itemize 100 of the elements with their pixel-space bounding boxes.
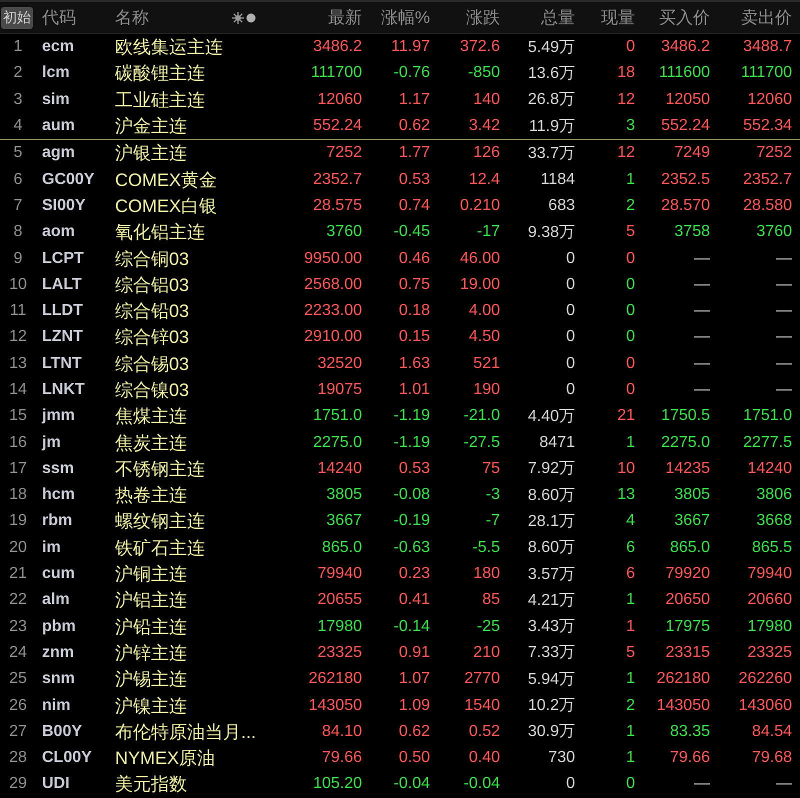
column-header[interactable]: 卖出价 [710, 6, 792, 29]
quote-value: 10.2万 [528, 696, 575, 716]
quote-value: 1 [626, 618, 635, 636]
contract-name: 综合锌03 [114, 326, 190, 350]
quote-value: -0.45 [394, 223, 430, 242]
quote-value: 2233.00 [304, 302, 362, 320]
quote-value: 1.01 [398, 381, 430, 399]
quote-value: 7252 [326, 144, 362, 162]
quote-value: 2 [626, 196, 635, 215]
column-header[interactable]: 总量 [500, 6, 575, 29]
contract-name: 沪铜主连 [114, 563, 188, 586]
row-number: 7 [14, 196, 22, 215]
contract-code: jmm [40, 407, 76, 426]
quote-value: 2275.0 [313, 434, 362, 452]
quote-value: -850 [468, 64, 500, 82]
quote-value: 143060 [738, 696, 792, 715]
row-number: 6 [14, 170, 22, 189]
quote-value: 6 [626, 538, 635, 557]
row-number: 21 [9, 565, 27, 584]
row-number: 9 [14, 250, 22, 268]
quote-value: 79.68 [752, 749, 792, 768]
quote-value: 3805 [674, 486, 710, 504]
quote-value: 0.53 [398, 460, 430, 478]
quote-value: 3668 [756, 512, 792, 530]
contract-name: COMEX白银 [114, 194, 218, 218]
contract-code: LLDT [41, 302, 84, 320]
quote-value: 4.21万 [528, 590, 575, 611]
quote-value: 5 [626, 223, 635, 242]
quote-value: 1750.5 [661, 407, 710, 426]
quote-value: 7249 [674, 144, 710, 162]
contract-code: snm [41, 670, 76, 688]
quote-value: 0.46 [398, 250, 430, 268]
quote-value: 3758 [674, 223, 710, 242]
quote-value: -1.19 [394, 434, 430, 452]
column-header[interactable]: 代码 [36, 6, 112, 29]
quote-value: 111700 [310, 64, 362, 82]
quote-value: 865.0 [322, 538, 362, 557]
quote-value: 28.1万 [528, 512, 575, 532]
quote-value: 0.15 [398, 328, 430, 346]
quote-value: 28.570 [661, 196, 710, 215]
quote-value: 33.7万 [528, 144, 575, 164]
quote-value: 140 [473, 90, 500, 109]
quote-value: 0 [566, 276, 575, 294]
quote-value: 0 [626, 302, 635, 320]
quote-value: 1 [626, 722, 635, 741]
contract-name: 美元指数 [114, 773, 188, 796]
quote-value: 865.5 [752, 538, 792, 557]
column-header[interactable]: 涨跌 [430, 6, 500, 29]
sun-icon[interactable] [232, 12, 244, 24]
dot-icon[interactable] [246, 12, 256, 22]
quote-value: 20660 [748, 591, 792, 610]
quote-value: 0.18 [398, 302, 430, 320]
quote-value: 2770 [464, 670, 500, 688]
contract-name: NYMEX原油 [114, 747, 216, 770]
quote-value: 262180 [308, 670, 362, 688]
row-number: 18 [9, 486, 27, 504]
row-number: 4 [14, 117, 22, 136]
row-number: 11 [10, 302, 26, 320]
quote-value: 3760 [326, 223, 362, 242]
quote-value: 143050 [656, 696, 710, 715]
quote-value: — [694, 328, 710, 346]
contract-name: 布伦特原油当月... [114, 720, 258, 744]
column-header[interactable]: 名称 [115, 6, 149, 29]
column-header[interactable]: 现量 [575, 6, 635, 29]
contract-code: LALT [41, 276, 83, 294]
preset-tab[interactable]: 初始 [1, 6, 33, 28]
contract-code: alm [41, 591, 71, 610]
quote-value: 0.210 [460, 196, 500, 215]
quote-value: 28.575 [313, 196, 362, 215]
row-number: 5 [14, 144, 22, 162]
quote-value: 84.54 [752, 722, 792, 741]
column-header[interactable]: 最新 [270, 6, 362, 29]
column-header[interactable]: 涨幅% [362, 6, 430, 29]
row-number: 14 [9, 381, 27, 399]
quote-value: 0 [626, 354, 635, 373]
column-header[interactable]: 买入价 [635, 6, 710, 29]
quote-value: 111700 [740, 64, 792, 82]
quote-value: 0 [566, 381, 575, 399]
quote-value: 28.580 [743, 196, 792, 215]
quote-value: 2910.00 [304, 328, 362, 346]
quote-value: 8.60万 [528, 538, 575, 558]
quote-value: 3488.7 [743, 38, 792, 56]
quote-value: 683 [548, 196, 575, 215]
quote-value: -0.04 [464, 775, 500, 794]
quote-value: 0 [566, 775, 575, 794]
quote-value: 12 [617, 90, 635, 109]
row-number: 10 [9, 276, 27, 294]
quote-value: -5.5 [472, 538, 500, 557]
contract-name: 欧线集运主连 [114, 36, 224, 60]
quote-value: 79.66 [322, 749, 362, 768]
quote-value: 79.66 [670, 749, 710, 768]
quote-value: 14240 [748, 460, 792, 478]
quote-value: 0 [566, 354, 575, 373]
contract-code: aum [41, 117, 76, 136]
quote-value: — [694, 276, 710, 294]
quote-value: 18 [617, 64, 635, 82]
contract-name: 碳酸锂主连 [114, 62, 206, 86]
contract-name: 沪铝主连 [114, 589, 188, 612]
quote-value: 1751.0 [743, 407, 792, 426]
quote-value: 5.49万 [528, 38, 575, 58]
